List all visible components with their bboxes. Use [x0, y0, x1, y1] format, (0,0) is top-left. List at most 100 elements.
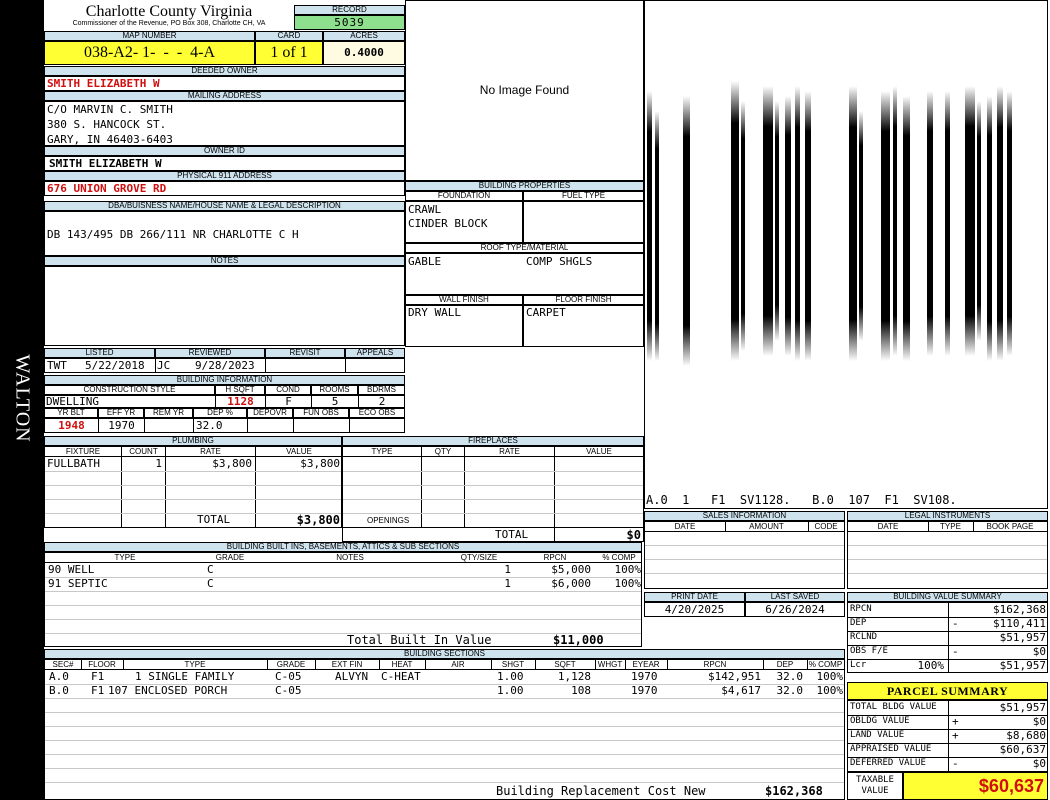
- sec-a-dep: 32.0: [776, 670, 804, 683]
- foundation-field: CRAWL CINDER BLOCK: [405, 201, 523, 243]
- ps-land-sign: +: [952, 729, 959, 742]
- vs-lcr-value: $51,957: [999, 659, 1046, 672]
- parcel-summary-title: PARCEL SUMMARY: [886, 684, 1009, 698]
- fireplace-col-qty: QTY: [434, 447, 452, 456]
- sec-col-sqft: SQFT: [554, 660, 576, 669]
- ps-appraised-value: $60,637: [999, 743, 1046, 756]
- plumbing-count: 1: [155, 457, 162, 470]
- map-number-field: 038-A2- 1- - - 4-A: [44, 41, 255, 65]
- ps-land-value: $8,680: [1006, 729, 1046, 742]
- replacement-cost-label: Building Replacement Cost New: [496, 784, 706, 798]
- deeded-owner: SMITH ELIZABETH W: [47, 77, 160, 90]
- sec-b-grade: C-05: [275, 684, 302, 697]
- fireplace-col-type: TYPE: [371, 447, 393, 456]
- taxable-label-2: VALUE: [861, 786, 889, 796]
- sales-col-date: DATE: [674, 522, 696, 531]
- legal-description-label: DBA/BUISNESS NAME/HOUSE NAME & LEGAL DES…: [44, 201, 405, 211]
- legal-description-field: DB 143/495 DB 266/111 NR CHARLOTTE C H: [44, 211, 405, 256]
- built-ins-table: TYPE GRADE NOTES QTY/SIZE RPCN % COMP 90…: [44, 552, 642, 647]
- cond: F: [285, 395, 292, 408]
- owner-id-label: OWNER ID: [44, 146, 405, 156]
- fireplaces-table: TYPE QTY RATE VALUE OPENINGS TOTAL $0: [342, 446, 644, 542]
- fireplace-col-rate: RATE: [499, 447, 520, 456]
- print-date-label: PRINT DATE: [644, 592, 745, 602]
- plumbing-col-value: VALUE: [286, 447, 312, 456]
- mailing-line-1: C/O MARVIN C. SMITH: [47, 103, 173, 116]
- sec-b-dep: 32.0: [776, 684, 804, 697]
- sketch-drawing: [647, 81, 1012, 366]
- sec-col-comp: % COMP: [808, 660, 843, 669]
- bdrms: 2: [378, 395, 386, 408]
- floor-finish: CARPET: [526, 306, 566, 319]
- plumbing-value: $3,800: [300, 457, 340, 470]
- sec-b-sqft: 108: [571, 684, 591, 697]
- vs-rpcn-label: RPCN: [850, 604, 872, 614]
- last-saved-field: 6/26/2024: [745, 602, 845, 617]
- replacement-cost-value: $162,368: [765, 784, 823, 798]
- builtin-col-comp: % COMP: [602, 553, 636, 562]
- cond-label: COND: [265, 385, 311, 395]
- physical-address-label: PHYSICAL 911 ADDRESS: [44, 171, 405, 181]
- sec-col-heat: HEAT: [391, 660, 413, 669]
- vs-dep-label: DEP: [850, 618, 867, 628]
- owner-id: SMITH ELIZABETH W: [49, 157, 162, 170]
- print-date-field: 4/20/2025: [644, 602, 745, 617]
- builtin-col-rpcn: RPCN: [543, 553, 567, 562]
- map-number-label: MAP NUMBER: [44, 31, 255, 41]
- funobs-label: FUN OBS: [293, 408, 349, 418]
- fireplace-col-value: VALUE: [586, 447, 612, 456]
- effyr: 1970: [108, 419, 135, 432]
- sketch-area: A.0 1 F1 SV1128. B.0 107 F1 SV108.: [644, 0, 1048, 509]
- legal-col-type: TYPE: [940, 522, 961, 531]
- foundation-1: CRAWL: [408, 203, 442, 216]
- print-date: 4/20/2025: [664, 603, 725, 616]
- map-number: 038-A2- 1- - - 4-A: [83, 44, 216, 61]
- sketch-label-a: [647, 81, 811, 366]
- bdrms-label: BDRMS: [358, 385, 405, 395]
- depovr-label: DEPOVR: [247, 408, 293, 418]
- vs-dep-value: $110,411: [993, 617, 1046, 630]
- vs-rclnd-label: RCLND: [850, 632, 878, 642]
- builtin-row-1-qty: 1: [504, 563, 511, 576]
- fuel-type-field: [523, 201, 644, 243]
- sec-col-air: AIR: [451, 660, 465, 669]
- sec-col-whgt: WHGT: [597, 660, 623, 669]
- ps-deferred-label: DEFERRED VALUE: [850, 758, 926, 768]
- acres-label: ACRES: [323, 31, 405, 41]
- no-image-text: No Image Found: [479, 83, 570, 97]
- builtin-row-2-qty: 1: [504, 577, 511, 590]
- value-summary-title: BUILDING VALUE SUMMARY: [847, 592, 1048, 602]
- hsqft: 1128: [227, 395, 254, 408]
- built-ins-title: BUILDING BUILT INS, BASEMENTS, ATTICS & …: [44, 542, 642, 552]
- deeded-owner-field: SMITH ELIZABETH W: [44, 76, 405, 91]
- taxable-label-box: TAXABLE VALUE: [847, 772, 903, 800]
- wall-finish-field: DRY WALL: [405, 305, 523, 347]
- listed-date: 5/22/2018: [85, 359, 145, 372]
- vs-dep-sign: -: [952, 617, 959, 630]
- construction-style: DWELLING: [46, 395, 99, 408]
- legal-instruments-table: DATE TYPE BOOK PAGE: [847, 521, 1048, 589]
- mailing-address-field: C/O MARVIN C. SMITH 380 S. HANCOCK ST. G…: [44, 101, 405, 146]
- ps-obldg-sign: +: [952, 715, 959, 728]
- yrblt: 1948: [58, 419, 85, 432]
- vs-rpcn-value: $162,368: [993, 603, 1046, 616]
- builtin-total-label: Total Built In Value: [347, 633, 492, 647]
- builtin-row-2-comp: 100%: [614, 577, 642, 590]
- sec-a-grade: C-05: [275, 670, 302, 683]
- plumbing-col-fixture: FIXTURE: [65, 447, 101, 456]
- building-info-row-2: 1948 1970 32.0: [44, 418, 405, 433]
- builtin-row-2-type: 91 SEPTIC: [48, 577, 108, 590]
- floor-finish-field: CARPET: [523, 305, 644, 347]
- builtin-col-type: TYPE: [114, 553, 136, 562]
- listed-by: TWT: [47, 359, 67, 372]
- physical-address-field: 676 UNION GROVE RD: [44, 181, 405, 196]
- builtin-row-1-rpcn: $5,000: [551, 563, 591, 576]
- vs-lcr-label: Lcr: [850, 660, 867, 670]
- record-number: 5039: [334, 16, 365, 29]
- foundation-2: CINDER BLOCK: [408, 217, 488, 230]
- card-number: 1 of 1: [270, 44, 308, 61]
- record-label: RECORD: [294, 5, 405, 15]
- vs-rclnd-value: $51,957: [999, 631, 1046, 644]
- owner-id-field: SMITH ELIZABETH W: [44, 156, 405, 171]
- parcel-summary-table: TOTAL BLDG VALUE $51,957 OBLDG VALUE + $…: [847, 700, 1048, 772]
